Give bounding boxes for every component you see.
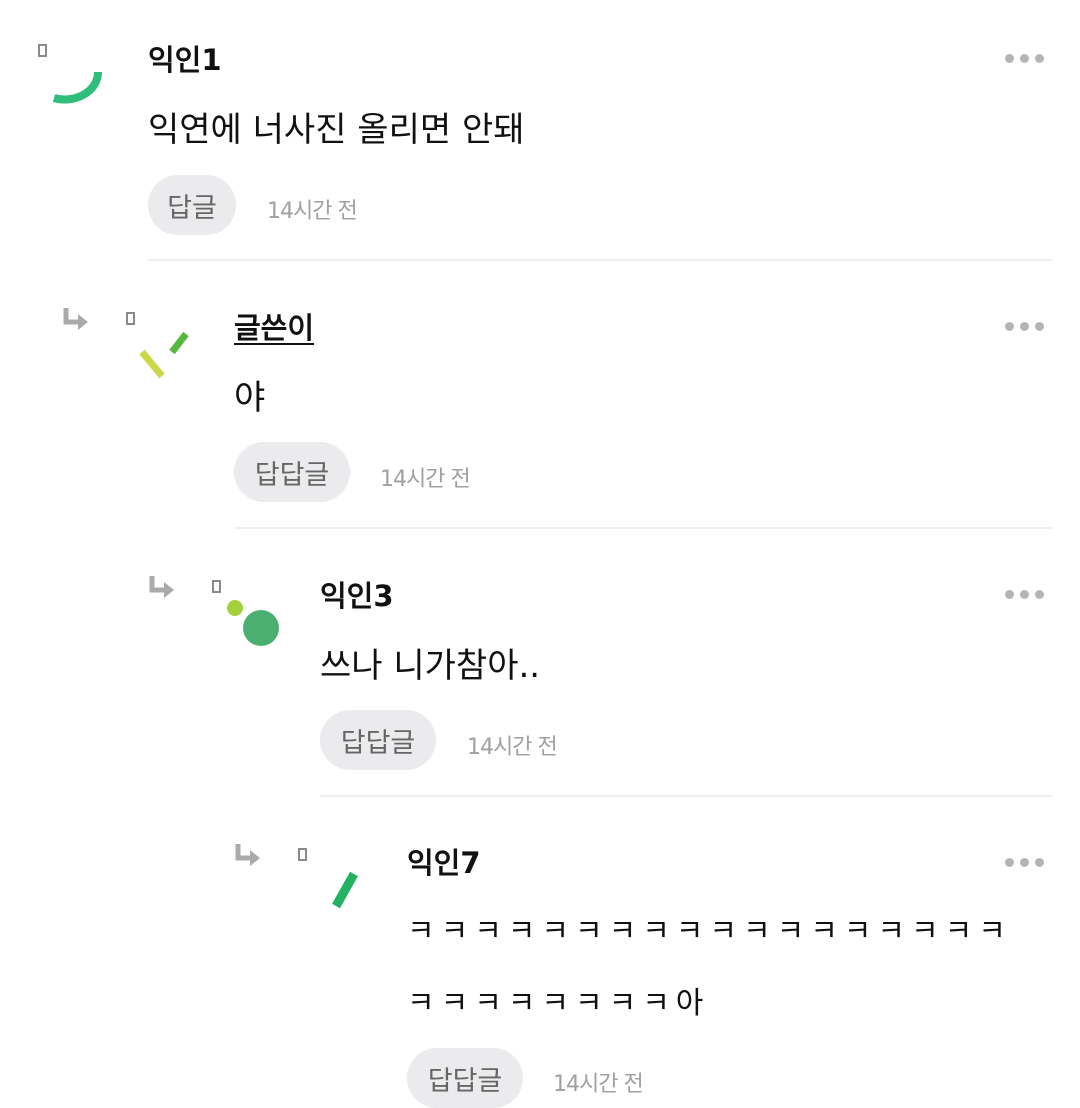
reply-button[interactable]: 답답글 xyxy=(234,442,350,502)
divider xyxy=(148,259,1052,261)
comment-text-line: ㅋㅋㅋㅋㅋㅋㅋㅋㅋㅋㅋㅋㅋㅋㅋㅋㅋㅋ xyxy=(407,914,1012,949)
avatar[interactable] xyxy=(304,856,384,936)
nickname[interactable]: 글쓴이 xyxy=(234,310,314,346)
more-options-icon[interactable] xyxy=(1005,54,1044,63)
divider xyxy=(234,527,1052,529)
comment-text: 쓰나 니가참아.. xyxy=(320,646,541,686)
reply-arrow-icon xyxy=(63,308,88,330)
divider xyxy=(320,795,1052,797)
more-options-icon[interactable] xyxy=(1005,590,1044,599)
avatar[interactable] xyxy=(130,320,210,400)
reply-arrow-icon xyxy=(149,576,174,598)
avatar[interactable] xyxy=(40,46,120,126)
reply-button[interactable]: 답글 xyxy=(148,175,236,235)
timestamp: 14시간 전 xyxy=(553,1072,644,1097)
comment-text-line: ㅋㅋㅋㅋㅋㅋㅋㅋ아 xyxy=(407,986,710,1021)
reply-arrow-icon xyxy=(235,844,260,866)
comment-text: 익연에 너사진 올리면 안돼 xyxy=(148,110,525,150)
reply-button[interactable]: 답답글 xyxy=(407,1048,523,1108)
timestamp: 14시간 전 xyxy=(467,735,558,760)
avatar[interactable] xyxy=(216,590,296,670)
nickname[interactable]: 익인7 xyxy=(407,845,481,881)
timestamp: 14시간 전 xyxy=(380,467,471,492)
nickname[interactable]: 익인3 xyxy=(320,578,394,614)
comment-text: 야 xyxy=(234,378,266,418)
timestamp: 14시간 전 xyxy=(267,199,358,224)
nickname[interactable]: 익인1 xyxy=(148,42,222,78)
more-options-icon[interactable] xyxy=(1005,322,1044,331)
reply-button[interactable]: 답답글 xyxy=(320,710,436,770)
more-options-icon[interactable] xyxy=(1005,858,1044,867)
